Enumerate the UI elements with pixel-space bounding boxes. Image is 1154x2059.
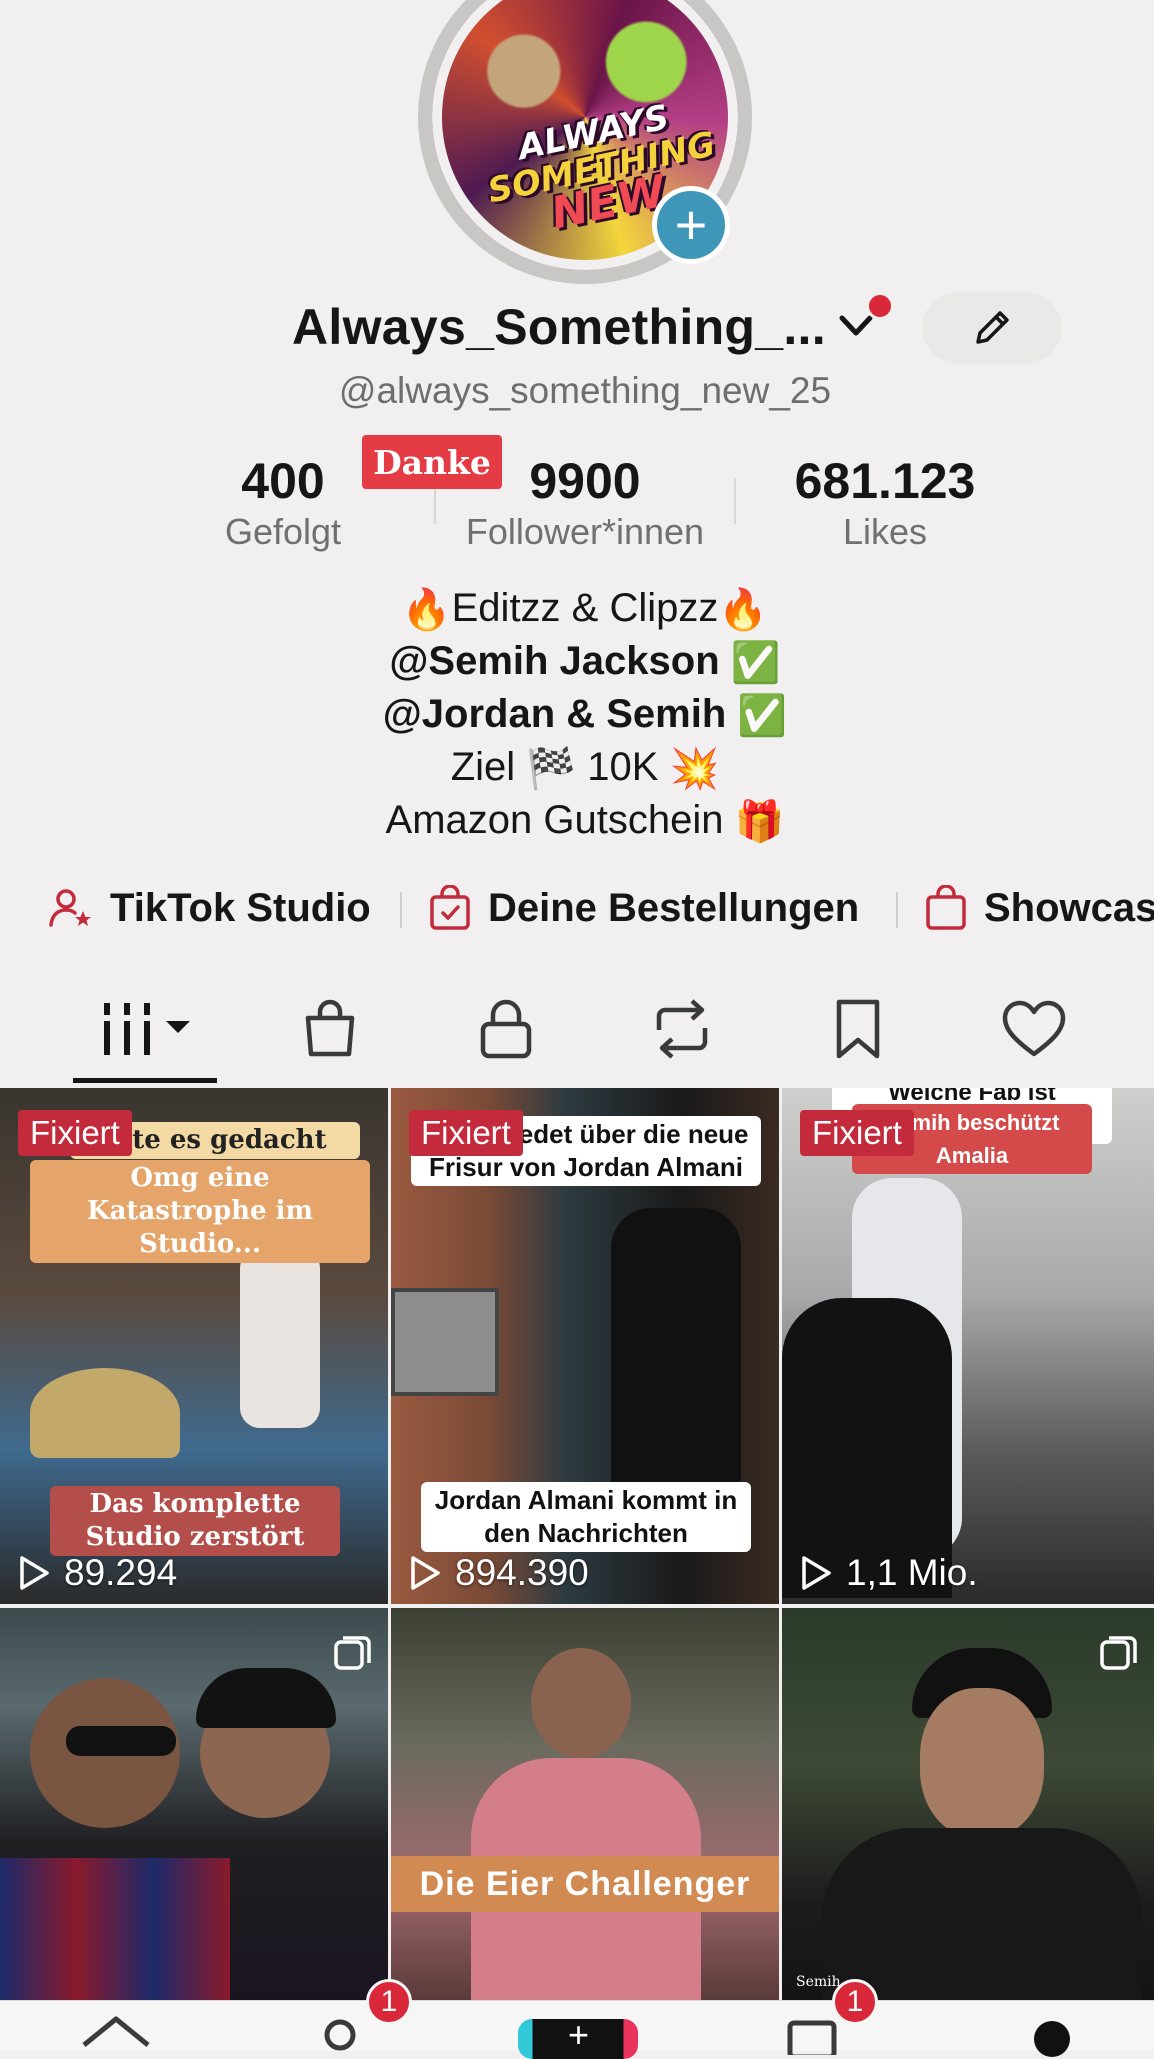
video-caption: Jordan Almani kommt in den Nachrichten bbox=[421, 1482, 751, 1552]
profile-name-row: Always_Something_... bbox=[0, 292, 1154, 364]
bio-line: @Semih Jackson ✅ bbox=[0, 636, 1154, 689]
person-head bbox=[920, 1688, 1044, 1838]
check-mark-icon: ✅ bbox=[737, 693, 788, 738]
video-watermark: Semih bbox=[796, 1974, 841, 1990]
bookmark-icon bbox=[836, 999, 880, 1059]
repost-icon bbox=[656, 999, 708, 1059]
orders-link[interactable]: Deine Bestellungen bbox=[428, 876, 859, 940]
bio-line: 🔥Editzz & Clipzz🔥 bbox=[0, 583, 1154, 636]
mailbox-shape bbox=[391, 1288, 499, 1396]
heart-icon bbox=[1002, 1000, 1066, 1057]
tab-videos[interactable] bbox=[100, 990, 196, 1068]
username: @always_something_new_25 bbox=[338, 370, 832, 411]
gift-icon: 🎁 bbox=[734, 799, 785, 844]
jersey-shape bbox=[0, 1858, 230, 2000]
shopping-bag-icon bbox=[926, 885, 966, 930]
explosion-icon: 💥 bbox=[669, 746, 720, 791]
likes-label: Likes bbox=[842, 511, 928, 552]
person-star-icon bbox=[49, 889, 91, 927]
view-count: 89.294 bbox=[18, 1552, 177, 1594]
bio-line: @Jordan & Semih ✅ bbox=[0, 689, 1154, 742]
plus-icon: + bbox=[674, 193, 708, 256]
video-thumbnail[interactable]: atte es gedacht Omg eine Katastrophe im … bbox=[0, 1088, 388, 1604]
profile-links-row: TikTok Studio Deine Bestellungen Showcas… bbox=[0, 876, 1154, 940]
video-caption: Das komplette Studio zerstört bbox=[50, 1486, 340, 1556]
friends-notification-badge: 1 bbox=[366, 1979, 412, 2025]
showcase-link[interactable]: Showcase bbox=[924, 876, 1154, 940]
home-icon[interactable] bbox=[80, 2015, 152, 2055]
video-thumbnail[interactable]: Semih bbox=[782, 1608, 1154, 2000]
add-avatar-button[interactable]: + bbox=[652, 186, 730, 264]
play-icon bbox=[802, 1556, 831, 1590]
tab-private[interactable] bbox=[470, 990, 542, 1068]
check-mark-icon: ✅ bbox=[730, 640, 781, 685]
display-name[interactable]: Always_Something_... bbox=[292, 298, 826, 356]
stat-following[interactable]: 400 Gefolgt bbox=[208, 452, 358, 554]
video-thumbnail[interactable] bbox=[0, 1608, 388, 2000]
stat-divider bbox=[734, 478, 736, 524]
following-count: 400 bbox=[241, 453, 325, 509]
tab-liked[interactable] bbox=[998, 990, 1070, 1068]
view-count: 1,1 Mio. bbox=[800, 1552, 978, 1594]
followers-label: Follower*innen bbox=[465, 511, 705, 552]
shop-bag-icon bbox=[305, 999, 355, 1057]
play-icon bbox=[20, 1556, 49, 1590]
fire-icon: 🔥 bbox=[401, 587, 452, 632]
notification-dot bbox=[866, 292, 894, 320]
tab-favorites[interactable] bbox=[822, 990, 894, 1068]
person-head bbox=[531, 1648, 631, 1758]
following-label: Gefolgt bbox=[224, 511, 342, 552]
link-separator bbox=[896, 892, 898, 928]
view-count: 894.390 bbox=[409, 1552, 589, 1594]
bio-line: Ziel 🏁 10K 💥 bbox=[0, 742, 1154, 795]
mention-link[interactable]: @Semih Jackson bbox=[389, 639, 719, 683]
person-figure bbox=[240, 1248, 320, 1428]
videos-grid-icon bbox=[104, 1003, 190, 1055]
video-caption: Omg eine Katastrophe im Studio... bbox=[30, 1160, 370, 1263]
bottom-navigation: 1 + 1 bbox=[0, 1979, 1154, 2059]
likes-count: 681.123 bbox=[794, 453, 976, 509]
multi-photo-icon bbox=[1100, 1636, 1137, 1670]
bio-line: Amazon Gutschein 🎁 bbox=[0, 795, 1154, 848]
play-icon bbox=[411, 1556, 440, 1590]
mention-link[interactable]: @Jordan & Semih bbox=[383, 692, 727, 736]
tab-reposts[interactable] bbox=[646, 990, 718, 1068]
video-grid: atte es gedacht Omg eine Katastrophe im … bbox=[0, 1088, 1154, 2000]
shirt-shape bbox=[822, 1828, 1142, 2000]
link-separator bbox=[400, 892, 402, 928]
tent-shape bbox=[30, 1368, 180, 1458]
danke-sticker: Danke bbox=[362, 435, 502, 489]
video-thumbnail[interactable]: chum Redet über die neue Frisur von Jord… bbox=[391, 1088, 779, 1604]
profile-tabs bbox=[0, 990, 1154, 1090]
lock-icon bbox=[480, 999, 532, 1059]
pinned-badge: Fixiert bbox=[18, 1110, 132, 1156]
friends-icon[interactable] bbox=[316, 2015, 376, 2055]
inbox-notification-badge: 1 bbox=[832, 1979, 878, 2025]
tiktok-studio-link[interactable]: TikTok Studio bbox=[48, 876, 371, 940]
video-caption: Die Eier Challenger bbox=[391, 1856, 779, 1912]
multi-photo-icon bbox=[334, 1636, 371, 1670]
stat-likes[interactable]: 681.123 Likes bbox=[760, 452, 1010, 554]
active-tab-indicator bbox=[73, 1078, 217, 1083]
video-thumbnail[interactable]: Die Eier Challenger bbox=[391, 1608, 779, 2000]
edit-profile-button[interactable] bbox=[922, 292, 1062, 364]
video-thumbnail[interactable]: Welche Fab ist schlimmer Semih beschützt… bbox=[782, 1088, 1154, 1604]
profile-bio: 🔥Editzz & Clipzz🔥 @Semih Jackson ✅ @Jord… bbox=[0, 583, 1154, 848]
pinned-badge: Fixiert bbox=[409, 1110, 523, 1156]
order-bag-icon bbox=[430, 885, 470, 930]
cap-shape bbox=[196, 1668, 336, 1728]
sunglasses-shape bbox=[66, 1726, 176, 1756]
person-figure bbox=[611, 1208, 741, 1528]
create-button[interactable]: + bbox=[518, 2014, 638, 2059]
plus-icon: + bbox=[568, 2014, 590, 2055]
pencil-icon bbox=[976, 311, 1009, 344]
profile-nav-icon[interactable] bbox=[1034, 2021, 1070, 2057]
tab-shop[interactable] bbox=[294, 990, 366, 1068]
checkered-flag-icon: 🏁 bbox=[526, 746, 577, 791]
fire-icon: 🔥 bbox=[718, 587, 769, 632]
pinned-badge: Fixiert bbox=[800, 1110, 914, 1156]
